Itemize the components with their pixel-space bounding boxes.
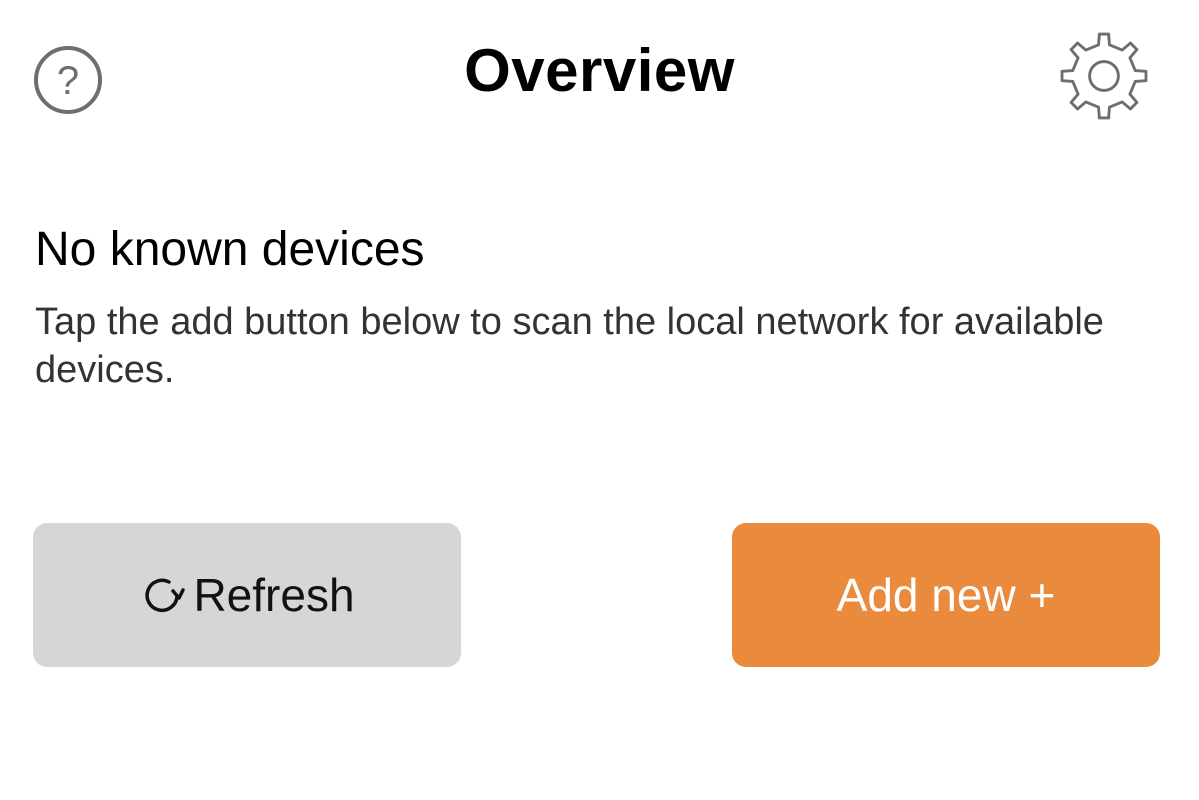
page-title: Overview: [464, 37, 735, 104]
settings-button[interactable]: [1054, 26, 1154, 126]
refresh-icon: [139, 571, 187, 619]
refresh-button[interactable]: Refresh: [33, 523, 461, 667]
empty-state: No known devices Tap the add button belo…: [35, 222, 1155, 394]
refresh-label: Refresh: [193, 569, 355, 621]
gear-icon: [1056, 28, 1152, 124]
empty-state-title: No known devices: [35, 223, 425, 276]
top-bar: ? Overview: [0, 0, 1199, 150]
add-new-label: Add new +: [836, 569, 1056, 621]
add-new-button[interactable]: Add new +: [732, 523, 1160, 667]
empty-state-description: Tap the add button below to scan the loc…: [35, 301, 1104, 391]
